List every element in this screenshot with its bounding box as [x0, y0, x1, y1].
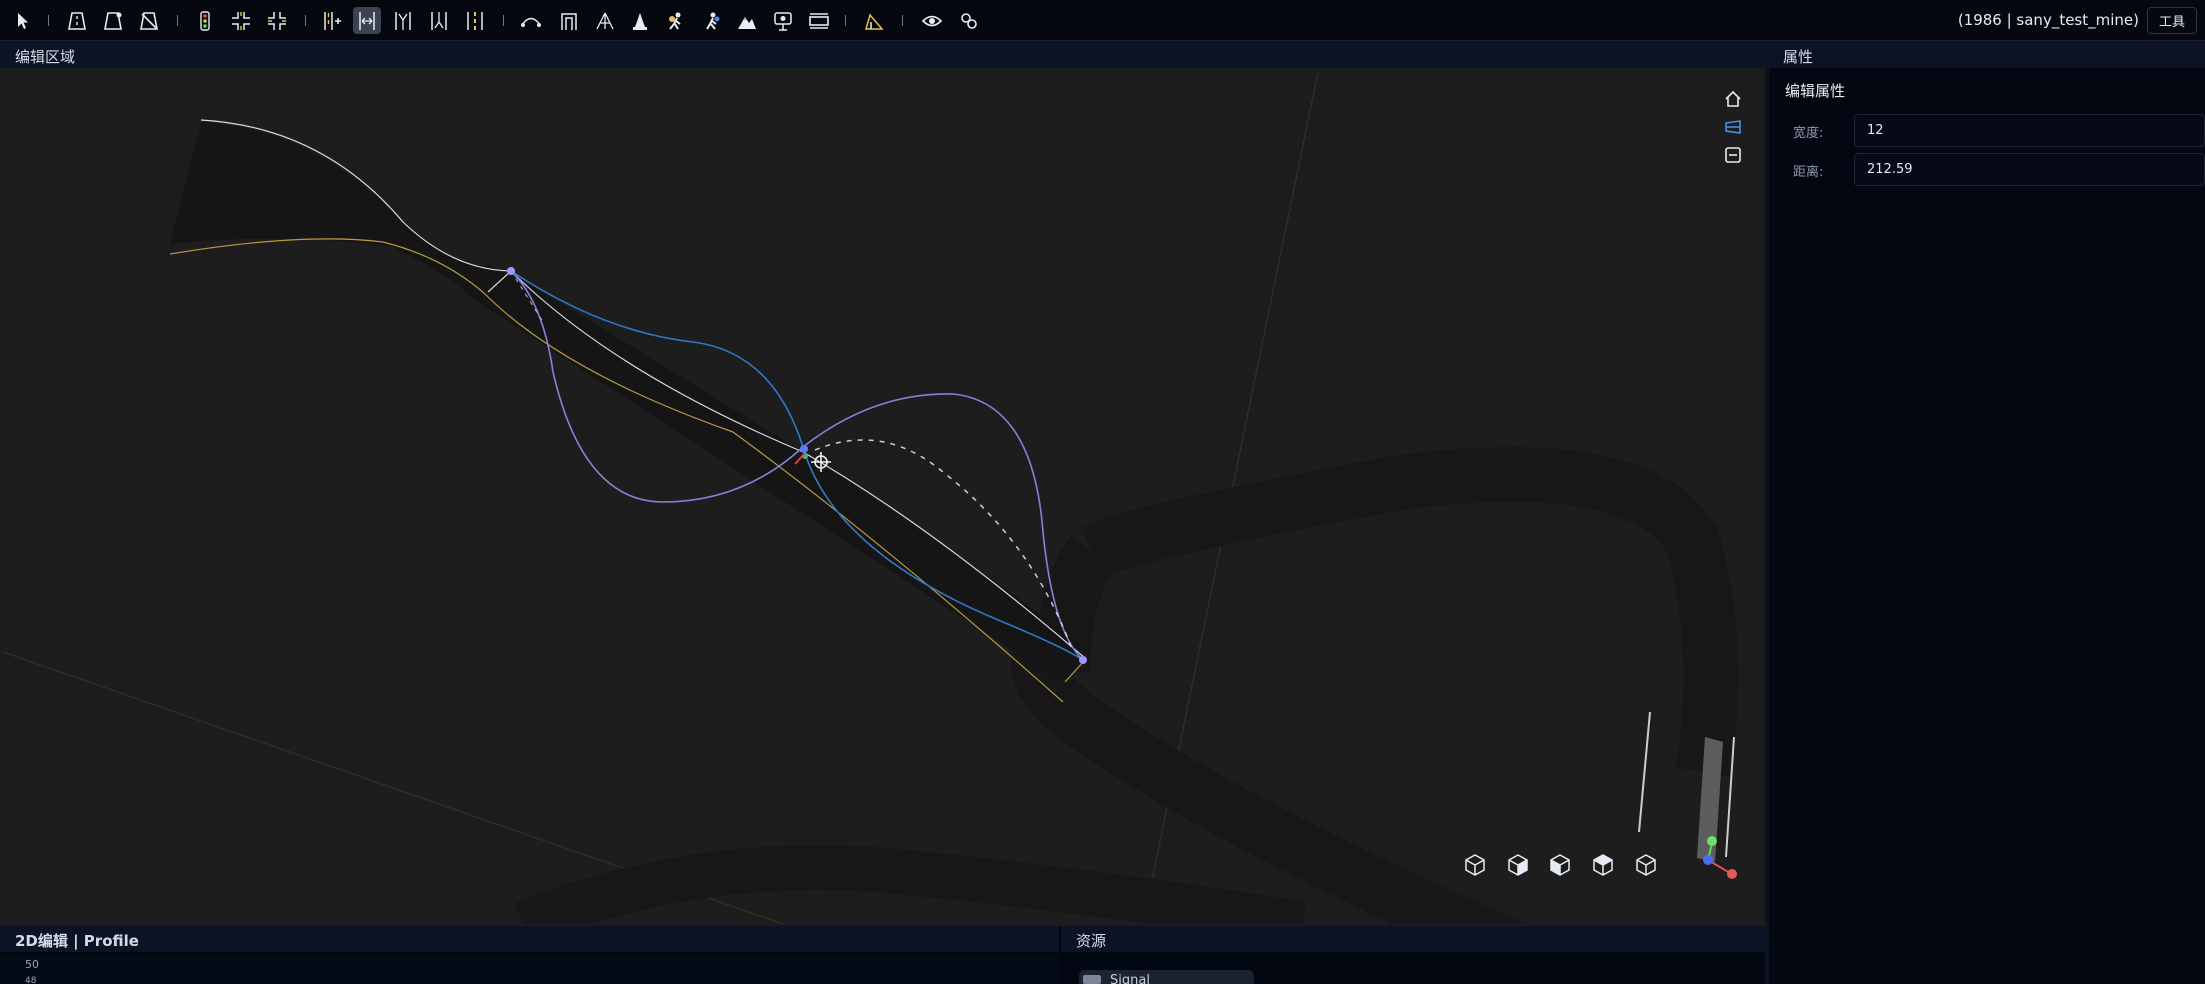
cube-left-icon[interactable]	[1547, 852, 1573, 878]
crossroad-icon[interactable]	[263, 7, 291, 34]
main-toolbar: (1986 | sany_test_mine) 工具	[0, 0, 2205, 41]
lane-split-icon[interactable]	[389, 7, 417, 34]
tools-button[interactable]: 工具	[2147, 7, 2197, 34]
editor-title: 编辑区域	[0, 42, 1765, 68]
lane-merge-icon[interactable]	[425, 7, 453, 34]
pedestrian-icon[interactable]	[698, 7, 726, 34]
profile-axis-tick: 48	[25, 976, 37, 984]
assets-title: 资源	[1061, 926, 1765, 952]
cube-front-icon[interactable]	[1462, 852, 1488, 878]
lane-marking-icon[interactable]	[461, 7, 489, 34]
sign-icon[interactable]	[769, 7, 797, 34]
curve-icon[interactable]	[517, 7, 545, 34]
bottom-panels: 2D编辑 | Profile 50 48 资源 Signal	[0, 926, 1765, 984]
width-row: 宽度: 12	[1793, 114, 2205, 147]
cone-icon[interactable]	[626, 7, 654, 34]
properties-panel: 属性 编辑属性 宽度: 12 距离: 212.59	[1769, 42, 2205, 984]
project-label: (1986 | sany_test_mine)	[1957, 11, 2139, 29]
link-icon[interactable]	[955, 7, 983, 34]
terrain-icon[interactable]	[733, 7, 761, 34]
arch-icon[interactable]	[555, 7, 583, 34]
road-add-icon[interactable]	[63, 7, 91, 34]
cube-right-icon[interactable]	[1505, 852, 1531, 878]
profile-chart[interactable]	[0, 954, 1059, 984]
cube-top-icon[interactable]	[1633, 852, 1659, 878]
width-input[interactable]: 12	[1854, 114, 2205, 147]
bridge-icon[interactable]	[591, 7, 619, 34]
properties-title: 属性	[1769, 42, 2205, 68]
lane-add-icon[interactable]	[318, 7, 346, 34]
profile-title: 2D编辑 | Profile	[0, 926, 1059, 952]
junction-icon[interactable]	[227, 7, 255, 34]
ramp-icon[interactable]	[860, 7, 888, 34]
width-label: 宽度:	[1793, 126, 1824, 141]
distance-label: 距离:	[1793, 165, 1824, 180]
cube-back-icon[interactable]	[1590, 852, 1616, 878]
lane-width-icon[interactable]	[353, 7, 381, 34]
minus-square-icon[interactable]	[1720, 142, 1746, 168]
distance-row: 距离: 212.59	[1793, 153, 2205, 186]
road-edit-icon[interactable]	[99, 7, 127, 34]
editor-panel: 编辑区域	[0, 42, 1765, 926]
asset-folder-signal[interactable]: Signal	[1079, 970, 1254, 984]
traffic-light-icon[interactable]	[191, 7, 219, 34]
profile-axis-tick: 50	[25, 958, 39, 971]
eye-icon[interactable]	[918, 7, 946, 34]
perspective-icon[interactable]	[1720, 114, 1746, 140]
person-icon[interactable]	[662, 7, 690, 34]
home-icon[interactable]	[1720, 86, 1746, 112]
road-delete-icon[interactable]	[135, 7, 163, 34]
3d-viewport[interactable]	[3, 72, 1762, 924]
distance-input[interactable]: 212.59	[1854, 153, 2205, 186]
edit-properties-heading: 编辑属性	[1785, 82, 1846, 100]
barrier-icon[interactable]	[805, 7, 833, 34]
folder-icon	[1083, 975, 1101, 984]
pointer-icon[interactable]	[9, 7, 37, 34]
